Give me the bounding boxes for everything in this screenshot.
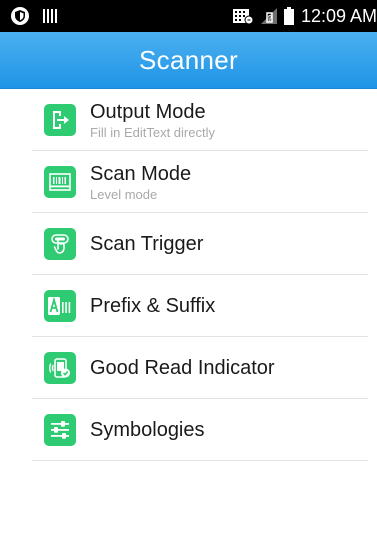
scan-trigger-icon xyxy=(44,228,76,260)
battery-icon xyxy=(283,7,294,25)
menu-item-symbologies[interactable]: Symbologies xyxy=(0,399,377,461)
menu-item-scan-mode[interactable]: Scan Mode Level mode xyxy=(0,151,377,213)
menu-item-text: Symbologies xyxy=(90,418,205,442)
status-clock: 12:09 AM xyxy=(300,5,377,26)
menu-item-text: Good Read Indicator xyxy=(90,356,275,380)
menu-item-title: Prefix & Suffix xyxy=(90,295,216,317)
app-header: Scanner xyxy=(0,32,377,89)
menu-item-text: Prefix & Suffix xyxy=(90,294,215,318)
menu-item-prefix-suffix[interactable]: Prefix & Suffix xyxy=(0,275,377,337)
menu-item-title: Scan Trigger xyxy=(90,233,204,255)
status-bar: ? 12:09 AM xyxy=(0,0,377,32)
shield-icon xyxy=(10,6,30,26)
output-mode-icon xyxy=(44,104,76,136)
menu-item-text: Scan Mode Level mode xyxy=(90,162,191,203)
menu-item-title: Symbologies xyxy=(90,419,205,441)
menu-item-scan-trigger[interactable]: Scan Trigger xyxy=(0,213,377,275)
no-signal-icon: ? xyxy=(259,7,279,25)
symbologies-icon xyxy=(44,414,76,446)
sim-icon xyxy=(232,7,254,25)
prefix-suffix-icon xyxy=(44,290,76,322)
menu-item-good-read-indicator[interactable]: Good Read Indicator xyxy=(0,337,377,399)
menu-item-output-mode[interactable]: Output Mode Fill in EditText directly xyxy=(0,89,377,151)
svg-text:?: ? xyxy=(268,14,273,23)
scan-mode-icon xyxy=(44,166,76,198)
status-left-icons xyxy=(10,7,58,25)
menu-item-title: Output Mode xyxy=(90,100,206,123)
menu-item-text: Output Mode Fill in EditText directly xyxy=(90,100,215,141)
good-read-indicator-icon xyxy=(44,352,76,384)
menu-item-subtitle: Level mode xyxy=(90,186,158,202)
menu-item-subtitle: Fill in EditText directly xyxy=(90,124,215,140)
menu-item-text: Scan Trigger xyxy=(90,232,203,256)
menu-item-title: Good Read Indicator xyxy=(90,357,275,379)
menu-item-title: Scan Mode xyxy=(90,162,192,185)
settings-menu-list: Output Mode Fill in EditText directly Sc… xyxy=(0,89,377,461)
status-right-icons: ? 12:09 AM xyxy=(232,0,377,32)
page-title: Scanner xyxy=(139,44,238,75)
barcode-icon xyxy=(42,8,58,24)
